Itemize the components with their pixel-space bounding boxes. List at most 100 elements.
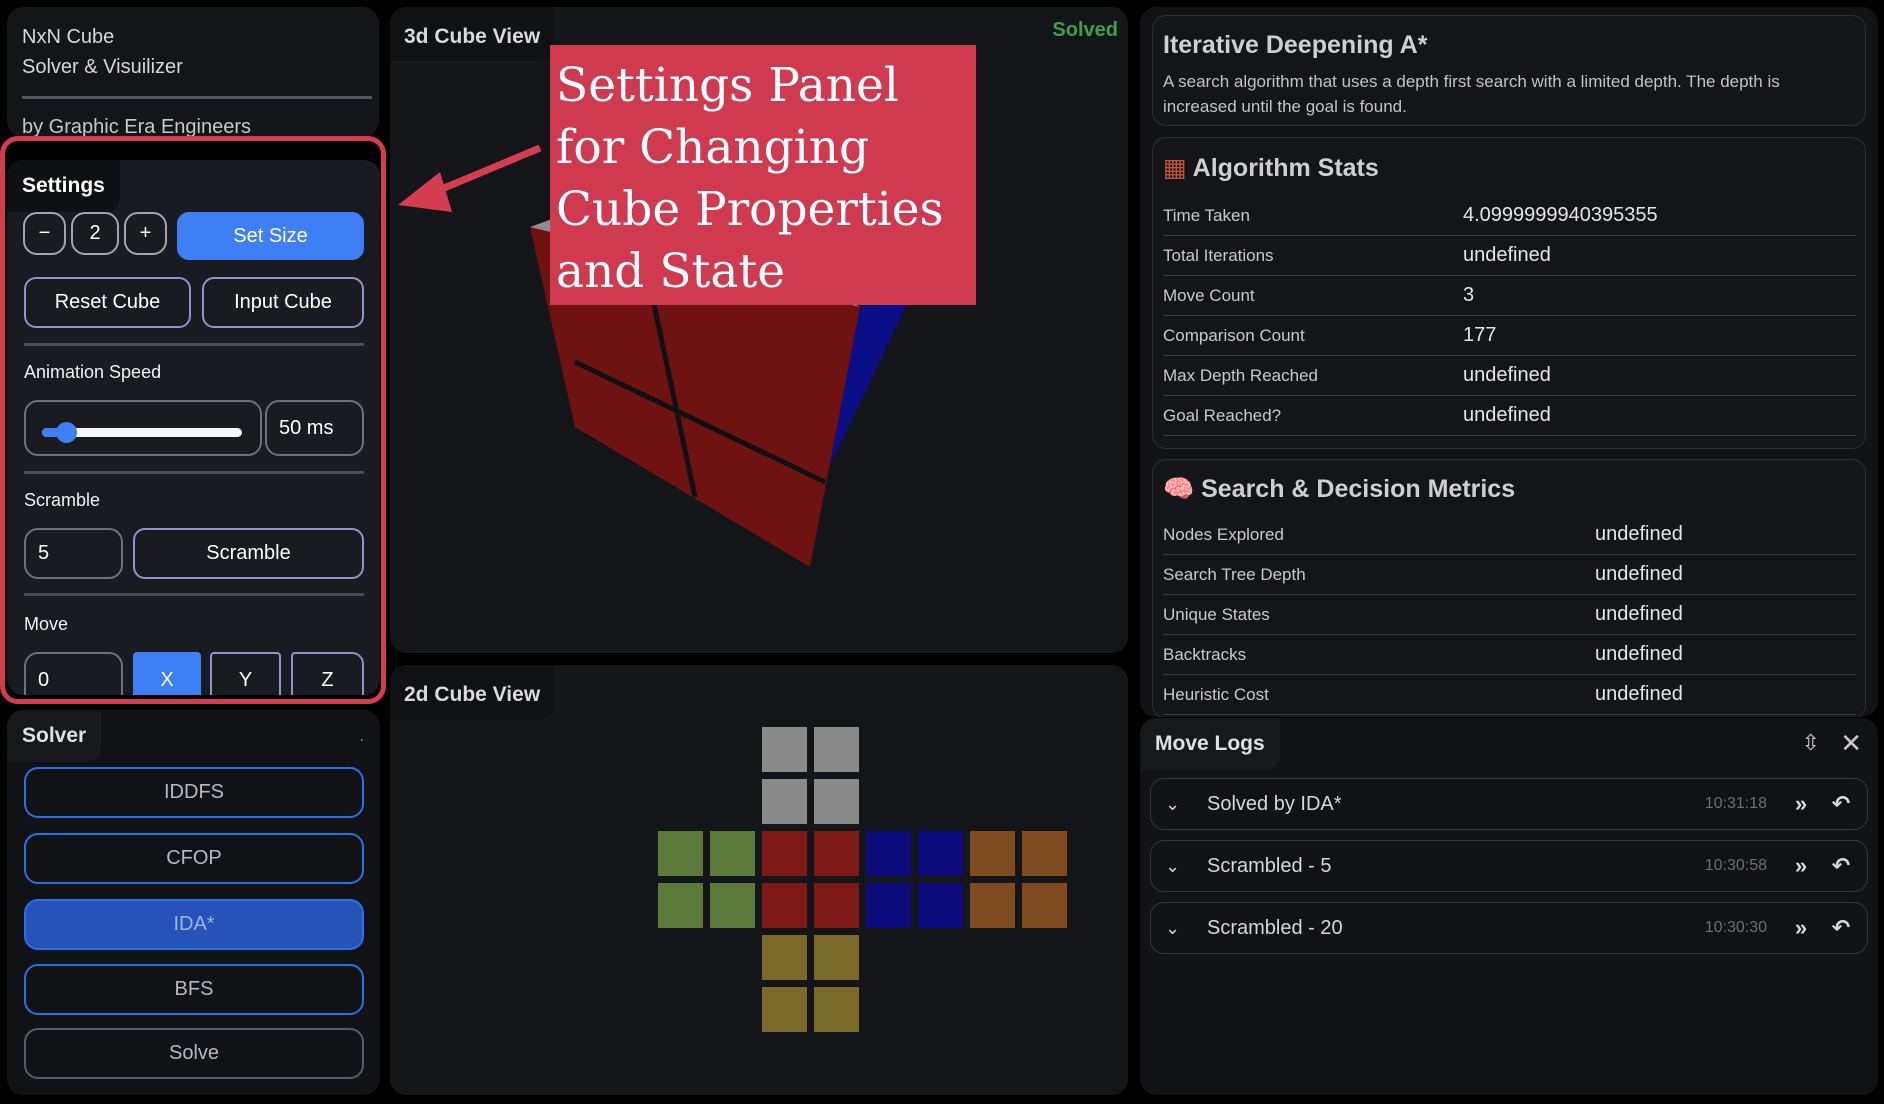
log-entry[interactable]: ⌄ Scrambled - 5 10:30:58 » ↶ [1150,840,1868,892]
row-value: undefined [1463,244,1551,266]
log-entry-text: Scrambled - 5 [1207,854,1332,877]
divider [24,593,364,596]
solver-bfs-button[interactable]: BFS [24,964,364,1015]
size-value-field[interactable]: 2 [71,212,119,255]
scramble-button[interactable]: Scramble [133,528,364,579]
algorithm-panel: Iterative Deepening A* A search algorith… [1140,7,1878,717]
solve-button[interactable]: Solve [24,1028,364,1079]
algorithm-title: Iterative Deepening A* [1163,31,1428,59]
cube-2d-view: 2d Cube View [390,665,1128,1095]
undo-icon[interactable]: ↶ [1821,853,1861,879]
move-input[interactable]: 0 [24,652,123,695]
expand-collapse-icon[interactable]: ⇳ [1802,730,1820,756]
slider-handle[interactable] [56,422,77,443]
set-size-button[interactable]: Set Size [177,212,364,260]
row-value: 3 [1463,284,1475,306]
app-title: NxN Cube Solver & Visuilizer [22,22,183,82]
sticker-down [814,987,859,1032]
axis-y-button[interactable]: Y [210,652,281,695]
axis-x-button[interactable]: X [133,652,201,695]
brand-panel: NxN Cube Solver & Visuilizer by Graphic … [7,7,379,137]
chevron-down-icon[interactable]: ⌄ [1165,794,1195,815]
app-title-line2: Solver & Visuilizer [22,56,183,78]
sticker-down [762,935,807,980]
row-value: 4.0999999940395355 [1463,204,1658,226]
undo-icon[interactable]: ↶ [1821,915,1861,941]
search-metrics-title: 🧠 Search & Decision Metrics [1163,475,1865,504]
solver-dot: . [359,728,364,745]
animation-speed-value: 50 ms [265,400,364,456]
replay-forward-icon[interactable]: » [1781,915,1821,941]
log-entry[interactable]: ⌄ Scrambled - 20 10:30:30 » ↶ [1150,902,1868,954]
row-label: Unique States [1163,604,1270,624]
chevron-down-icon[interactable]: ⌄ [1165,856,1195,877]
sticker-down [814,935,859,980]
row-label: Backtracks [1163,644,1247,664]
axis-z-button[interactable]: Z [291,652,364,695]
sticker-up [814,779,859,824]
sticker-up [762,727,807,772]
settings-title: Settings [7,160,120,212]
table-row: Nodes Explored undefined [1163,515,1856,555]
undo-icon[interactable]: ↶ [1821,791,1861,817]
sticker-right [918,883,963,928]
row-label: Search Tree Depth [1163,564,1306,584]
log-entry-text: Scrambled - 20 [1207,916,1343,939]
sticker-front [814,831,859,876]
row-value: undefined [1595,523,1683,545]
algorithm-info-card: Iterative Deepening A* A search algorith… [1152,15,1866,126]
sticker-back [1022,831,1067,876]
row-label: Total Iterations [1163,245,1274,265]
sticker-left [658,831,703,876]
search-metrics-card: 🧠 Search & Decision Metrics Nodes Explor… [1152,459,1866,717]
scramble-label: Scramble [24,490,101,510]
replay-forward-icon[interactable]: » [1781,853,1821,879]
row-label: Heuristic Cost [1163,684,1269,704]
row-value: undefined [1595,603,1683,625]
solver-idastar-button[interactable]: IDA* [24,899,364,950]
row-value: undefined [1595,643,1683,665]
sticker-down [762,987,807,1032]
solver-cfop-button[interactable]: CFOP [24,833,364,884]
replay-forward-icon[interactable]: » [1781,791,1821,817]
size-increment-button[interactable]: + [124,212,167,255]
table-row: Comparison Count 177 [1163,316,1856,356]
move-logs-panel: Move Logs ⇳ ✕ ⌄ Solved by IDA* 10:31:18» ↶ ⌄… [1140,718,1878,1095]
animation-speed-label: Animation Speed [24,362,162,382]
row-value: undefined [1595,683,1683,705]
sticker-left [710,831,755,876]
sticker-right [866,831,911,876]
row-value: undefined [1463,364,1551,386]
algorithm-stats-card: ▦ Algorithm Stats Time Taken 4.0999999940… [1152,137,1866,449]
log-entry-text: Solved by IDA* [1207,792,1342,815]
reset-cube-button[interactable]: Reset Cube [24,277,191,328]
row-value: 177 [1463,324,1497,346]
row-label: Max Depth Reached [1163,365,1318,385]
input-cube-button[interactable]: Input Cube [202,277,364,328]
sticker-front [762,831,807,876]
solver-panel: Solver . IDDFS CFOP IDA* BFS Solve [7,710,380,1095]
chevron-down-icon[interactable]: ⌄ [1165,918,1195,939]
log-entry[interactable]: ⌄ Solved by IDA* 10:31:18 » ↶ [1150,778,1868,830]
table-row: Unique States undefined [1163,595,1856,635]
size-decrement-button[interactable]: − [23,212,66,255]
row-label: Nodes Explored [1163,524,1284,544]
sticker-left [710,883,755,928]
table-row: Move Count 3 [1163,276,1856,316]
algorithm-stats-title: ▦ Algorithm Stats [1163,153,1865,183]
row-label: Time Taken [1163,205,1250,225]
log-entry-time: 10:30:58 [1704,857,1767,874]
row-value: undefined [1463,404,1551,426]
row-label: Move Count [1163,285,1255,305]
solver-iddfs-button[interactable]: IDDFS [24,767,364,818]
sticker-up [762,779,807,824]
sticker-front [814,883,859,928]
slider-track [42,422,242,443]
scramble-count-input[interactable]: 5 [24,528,123,579]
settings-panel: Settings − 2 + Set Size Reset Cube Input… [7,160,380,695]
sticker-back [970,883,1015,928]
byline: by Graphic Era Engineers [22,116,252,137]
animation-speed-slider[interactable] [24,400,262,456]
sticker-left [658,883,703,928]
close-icon[interactable]: ✕ [1840,728,1862,759]
